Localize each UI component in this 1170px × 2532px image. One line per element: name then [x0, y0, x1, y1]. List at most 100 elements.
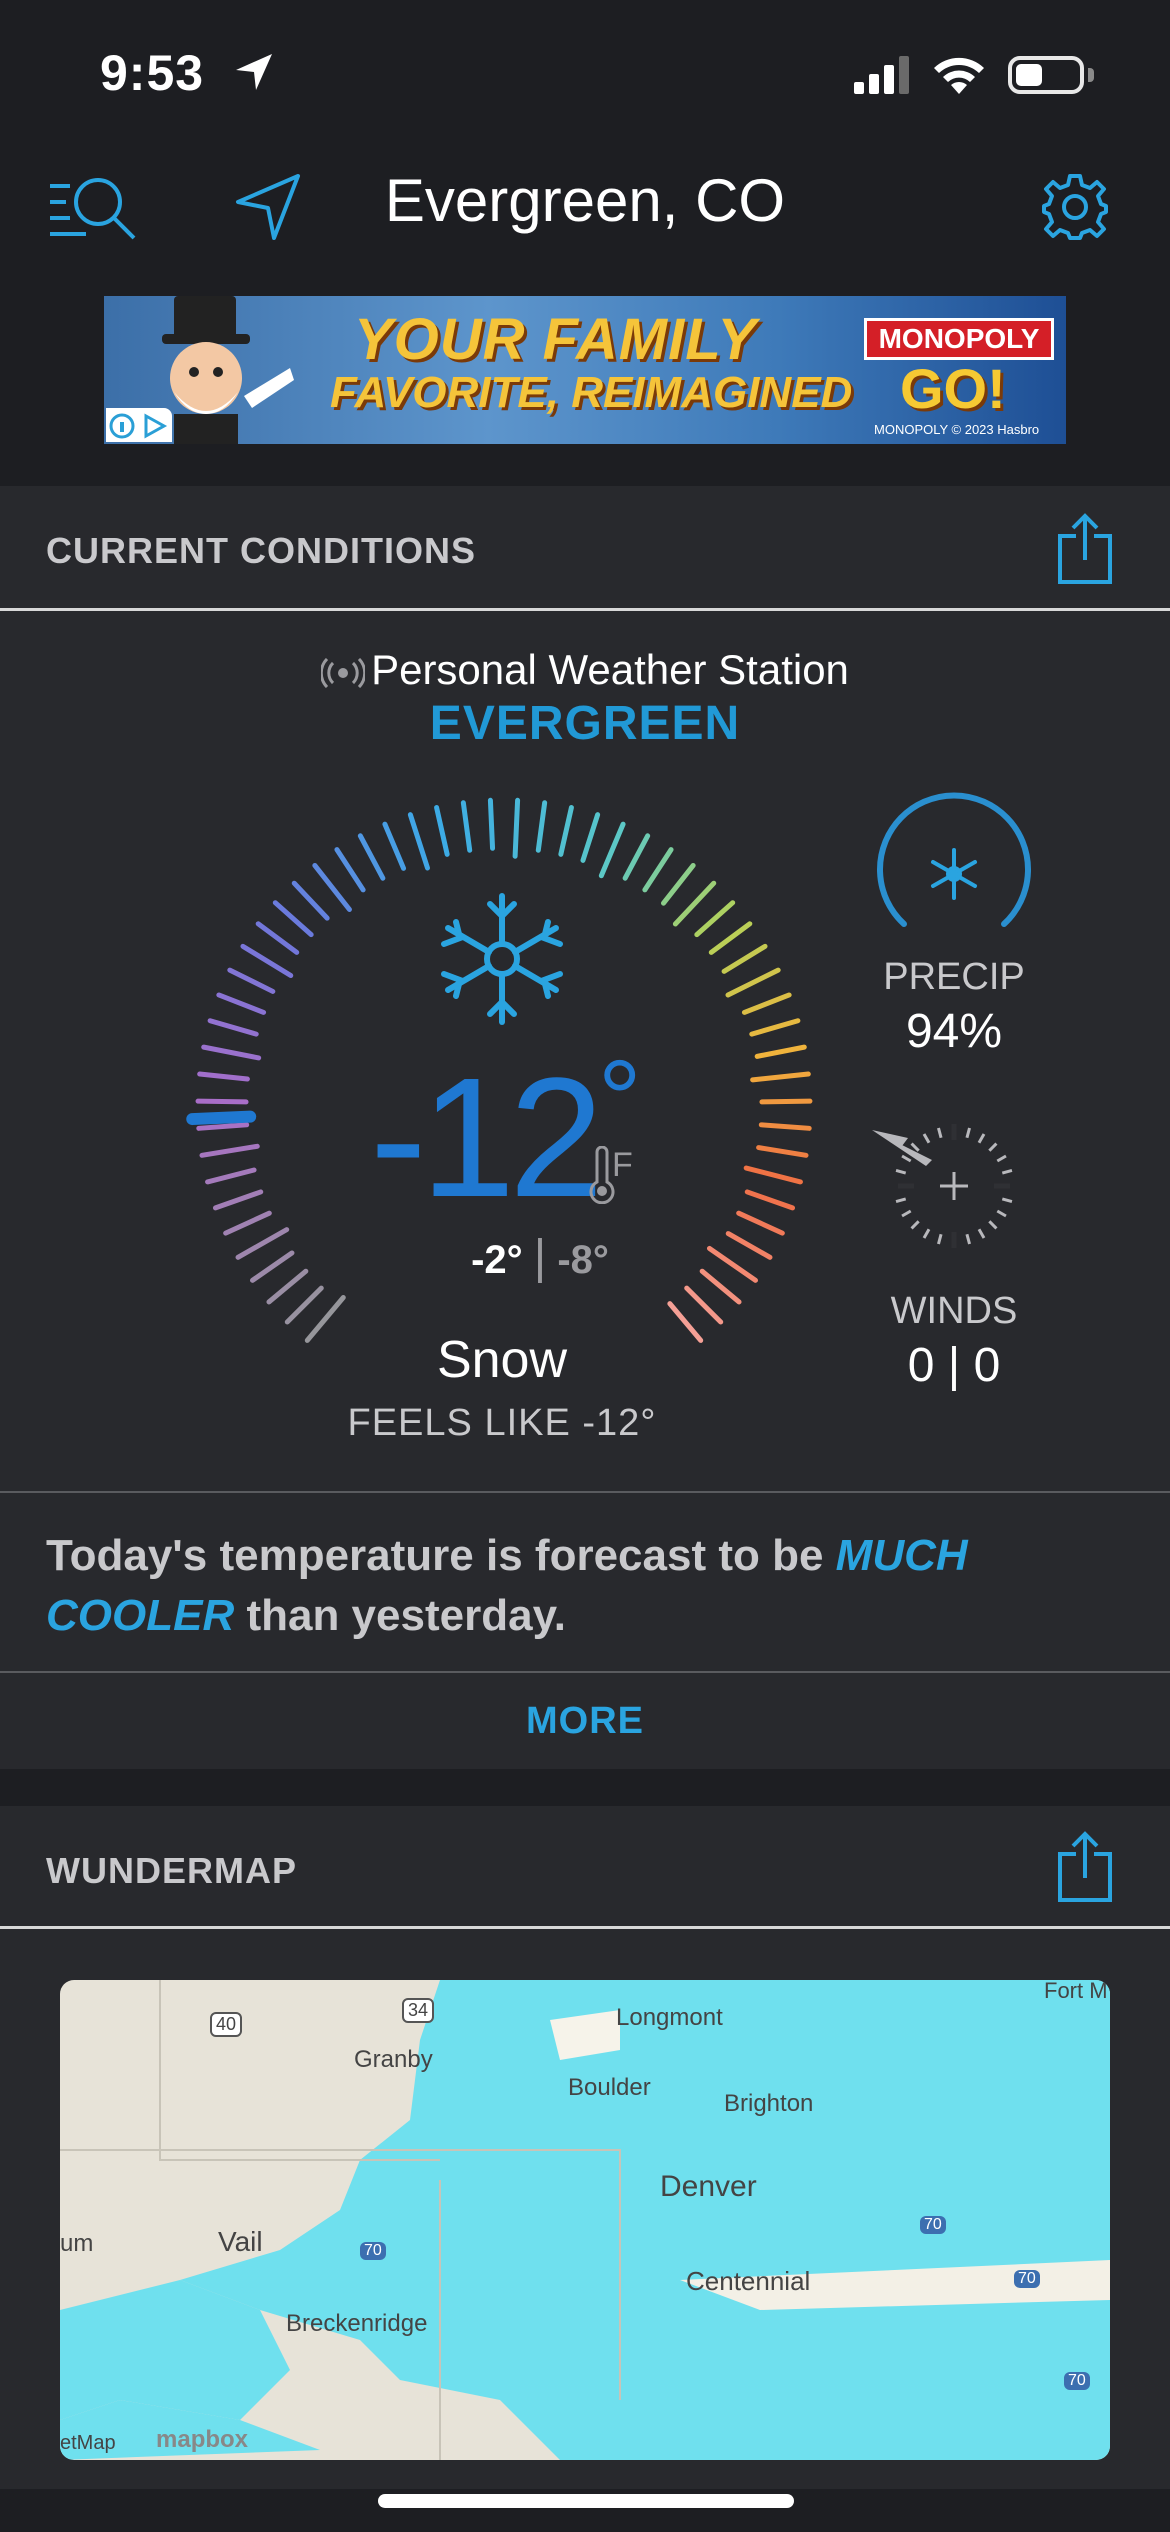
map-label-breckenridge: Breckenridge	[286, 2310, 428, 2337]
compass-tick	[977, 1133, 986, 1144]
high-low: -2° | -8°	[390, 1230, 690, 1285]
condition-text: Snow	[436, 1331, 568, 1389]
gauge-tick	[205, 1167, 257, 1185]
gauge-tick	[660, 862, 696, 906]
gauge-tick	[580, 812, 601, 863]
location-services-icon	[236, 54, 272, 90]
low-temp: -8°	[557, 1238, 609, 1282]
ad-banner[interactable]: YOUR FAMILY FAVORITE, REIMAGINED MONOPOL…	[104, 296, 1066, 444]
more-button[interactable]: MORE	[0, 1700, 1170, 1743]
compass-tick	[910, 1220, 920, 1230]
interstate-shield-70-b: 70	[920, 2216, 946, 2234]
gauge-tick	[487, 797, 496, 851]
feels-like: FEELS LIKE -12°	[347, 1402, 657, 1444]
gauge-tick	[284, 1285, 324, 1325]
gauge-tick	[749, 1018, 801, 1037]
summary-text-after: than yesterday.	[234, 1591, 566, 1640]
compass-tick	[988, 1142, 998, 1152]
map-label-brighton: Brighton	[724, 2090, 814, 2117]
gauge-tick	[750, 1071, 811, 1083]
compass-tick	[895, 1197, 907, 1203]
gauge-tick	[240, 943, 294, 979]
ad-copyright: MONOPOLY © 2023 Hasbro	[874, 422, 1040, 437]
temperature-unit[interactable]: F	[612, 1146, 633, 1185]
gauge-tick	[460, 800, 473, 853]
gauge-tick	[196, 1122, 250, 1131]
compass-tick	[895, 1169, 907, 1175]
gauge-tick	[382, 821, 407, 871]
gauge-tick	[512, 797, 521, 859]
gauge-tick	[759, 1098, 813, 1105]
compass-tick	[922, 1133, 931, 1144]
compass-tick	[996, 1154, 1007, 1163]
gauge-tick	[694, 900, 736, 938]
map-label-um: um	[60, 2230, 94, 2257]
gauge-tick	[708, 921, 753, 955]
degree-symbol: °	[597, 1038, 642, 1161]
gauge-tick	[725, 967, 781, 998]
adchoices-icon[interactable]	[106, 408, 172, 442]
gauge-tick	[743, 1165, 803, 1185]
gauge-tick	[622, 833, 651, 881]
compass-tick	[977, 1228, 986, 1239]
gauge-tick	[199, 1143, 260, 1158]
map-label-fort: Fort M	[1044, 1980, 1108, 2003]
compass-tick	[1001, 1197, 1013, 1203]
gauge-tick	[754, 1044, 807, 1059]
high-low-separator: |	[533, 1231, 547, 1284]
gauge-tick	[598, 821, 626, 879]
ad-brand-sub: GO!	[900, 357, 1006, 420]
gauge-tick	[334, 847, 366, 893]
mapbox-logo: mapbox	[156, 2426, 249, 2453]
gauge-tick	[672, 880, 717, 927]
broadcast-icon	[319, 657, 367, 688]
precip-label: PRECIP	[883, 956, 1025, 998]
compass-tick	[910, 1142, 920, 1152]
current-conditions-title: CURRENT CONDITIONS	[46, 530, 476, 571]
gauge-tick	[197, 1071, 250, 1082]
ad-headline-1: YOUR FAMILY	[354, 307, 758, 372]
highway-shield-40: 40	[210, 2012, 243, 2037]
winds-value: 0 | 0	[907, 1339, 1001, 1392]
gauge-tick	[201, 1044, 262, 1061]
home-indicator[interactable]	[378, 2494, 794, 2508]
wundermap-map[interactable]: Granby Longmont Boulder Brighton Denver …	[60, 1980, 1110, 2460]
cellular-signal-icon	[854, 56, 909, 94]
gauge-current-marker	[186, 1110, 257, 1126]
precip-gauge	[877, 792, 1031, 927]
interstate-shield-70-a: 70	[360, 2242, 386, 2260]
interstate-shield-70-d: 70	[1064, 2372, 1090, 2390]
gauge-tick	[223, 1210, 272, 1236]
station-type: Personal Weather Station	[0, 646, 1170, 694]
wundermap-title: WUNDERMAP	[46, 1850, 297, 1891]
gauge-tick	[227, 967, 276, 994]
gauge-tick	[312, 862, 352, 912]
wundermap-share-icon[interactable]	[1056, 1830, 1114, 1904]
compass-tick	[901, 1154, 912, 1163]
ad-brand: MONOPOLY	[864, 318, 1054, 360]
map-label-boulder: Boulder	[568, 2074, 651, 2101]
highway-shield-34: 34	[402, 1998, 435, 2023]
map-label-granby: Granby	[354, 2046, 433, 2073]
gauge-tick	[684, 1285, 724, 1325]
winds-label: WINDS	[890, 1290, 1018, 1332]
gauge-tick	[535, 800, 548, 853]
gauge-tick	[744, 1189, 796, 1211]
gauge-tick	[291, 880, 330, 921]
gear-icon[interactable]	[1040, 172, 1110, 242]
location-title[interactable]: Evergreen, CO	[0, 166, 1170, 235]
map-label-longmont: Longmont	[616, 2004, 723, 2031]
map-label-vail: Vail	[218, 2226, 263, 2257]
gauge-tick	[272, 900, 314, 938]
share-icon[interactable]	[1056, 512, 1114, 586]
gauge-tick	[357, 833, 386, 881]
precip-value: 94%	[905, 1005, 1003, 1058]
summary-text-before: Today's temperature is forecast to be	[46, 1531, 836, 1580]
station-name[interactable]: EVERGREEN	[0, 696, 1170, 751]
compass-tick	[996, 1209, 1007, 1218]
gauge-tick	[642, 847, 674, 893]
gauge-tick	[407, 812, 431, 871]
compass-tick	[965, 1233, 971, 1245]
status-time: 9:53	[100, 45, 205, 101]
gauge-tick	[736, 1210, 785, 1236]
